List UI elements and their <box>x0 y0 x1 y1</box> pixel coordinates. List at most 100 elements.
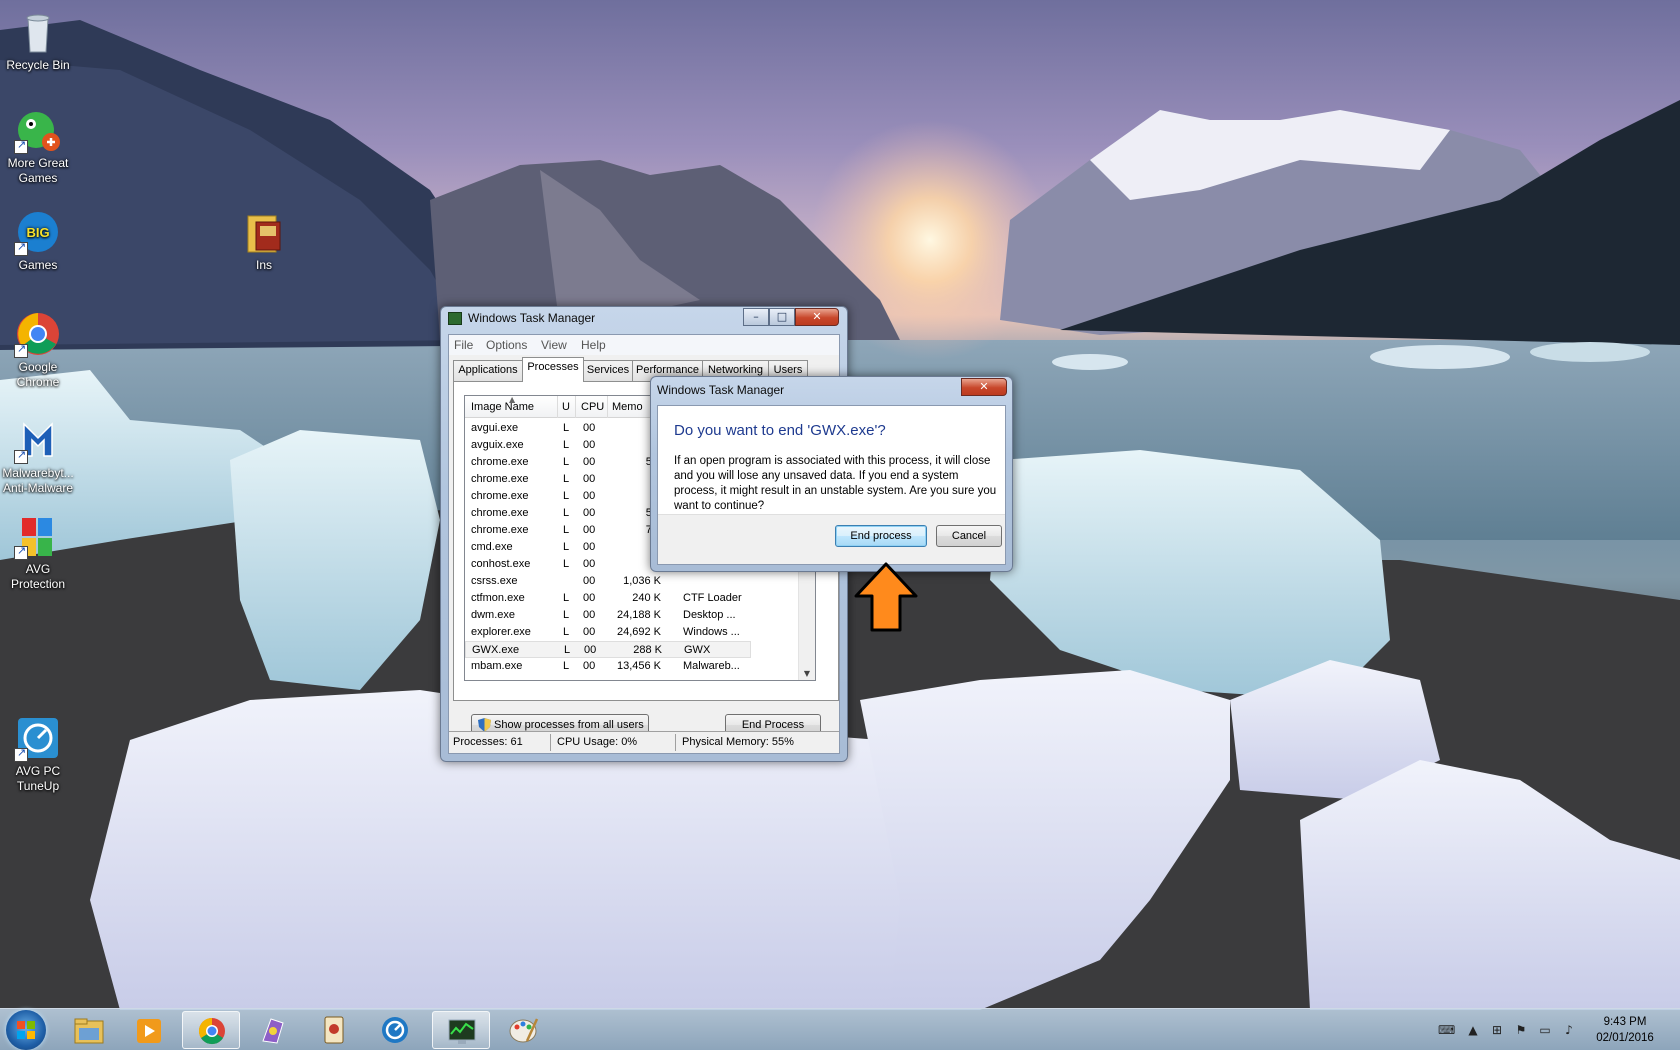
menu-options[interactable]: Options <box>486 338 527 352</box>
taskbar-avg-tuneup[interactable] <box>366 1011 424 1049</box>
malwarebytes-icon <box>14 416 62 464</box>
process-name-cell: cmd.exe <box>471 541 513 553</box>
close-button[interactable]: ✕ <box>795 308 839 326</box>
desktop-icon-label: Google Chrome <box>16 360 60 389</box>
taskbar-game[interactable] <box>244 1011 302 1049</box>
desktop-icon-label: More Great Games <box>7 156 69 185</box>
taskbar: ⌨ ▲ ⊞ ⚑ ▭ ♪ 9:43 PM 02/01/2016 <box>0 1008 1680 1050</box>
clock-date[interactable]: 02/01/2016 <box>1582 1032 1668 1044</box>
process-cpu-cell: 00 <box>583 456 596 468</box>
dialog-title: Windows Task Manager <box>657 383 785 397</box>
taskbar-paint[interactable] <box>494 1011 552 1049</box>
process-cpu-cell: 00 <box>584 644 597 656</box>
orange-up-arrow-icon <box>854 562 918 632</box>
clock-time[interactable]: 9:43 PM <box>1582 1016 1668 1028</box>
desktop-icon-label: Games <box>18 258 58 272</box>
volume-icon[interactable]: ♪ <box>1562 1023 1576 1037</box>
taskbar-chrome[interactable] <box>182 1011 240 1049</box>
process-memory-cell: 288 K <box>633 644 662 656</box>
maximize-button[interactable]: □ <box>769 308 795 326</box>
table-row[interactable]: dwm.exe L 00 24,188 K Desktop ... <box>465 607 751 624</box>
process-user-cell: L <box>563 626 570 638</box>
table-row[interactable]: ctfmon.exe L 00 240 K CTF Loader <box>465 590 751 607</box>
table-row[interactable]: explorer.exe L 00 24,692 K Windows ... <box>465 624 751 641</box>
process-description-cell: Windows ... <box>683 626 740 638</box>
menu-view[interactable]: View <box>541 338 567 352</box>
tab-processes[interactable]: Processes <box>522 357 584 382</box>
desktop-icon-google-chrome[interactable]: Google Chrome <box>0 310 76 390</box>
chrome-icon <box>14 310 62 358</box>
desktop-icon-recycle-bin[interactable]: Recycle Bin <box>0 8 76 73</box>
process-cpu-cell: 00 <box>583 473 596 485</box>
cancel-button[interactable]: Cancel <box>936 525 1002 547</box>
process-user-cell: L <box>563 609 570 621</box>
process-name-cell: dwm.exe <box>471 609 516 621</box>
folder-icon <box>240 208 288 256</box>
process-memory-cell: 240 K <box>632 592 661 604</box>
taskbar-solitaire[interactable] <box>304 1011 362 1049</box>
games-frog-icon <box>14 106 62 154</box>
process-user-cell: L <box>564 644 571 656</box>
end-process-dialog[interactable]: Windows Task Manager ✕ Do you want to en… <box>650 376 1013 572</box>
table-row[interactable]: GWX.exe L 00 288 K GWX <box>465 641 751 658</box>
file-explorer-icon <box>74 1018 104 1044</box>
action-center-flag-icon[interactable]: ⚑ <box>1514 1023 1528 1037</box>
tab-services[interactable]: Services <box>583 360 633 381</box>
process-cpu-cell: 00 <box>583 609 596 621</box>
process-name-cell: conhost.exe <box>471 558 531 570</box>
task-manager-titlebar[interactable]: Windows Task Manager – □ ✕ <box>441 307 847 331</box>
desktop-icon-games[interactable]: BIG Games <box>0 208 76 273</box>
process-name-cell: chrome.exe <box>471 507 529 519</box>
column-memory[interactable]: Memo <box>612 401 643 413</box>
tab-applications[interactable]: Applications <box>453 360 523 381</box>
process-cpu-cell: 00 <box>583 575 596 587</box>
process-description-cell: GWX <box>684 644 711 656</box>
confirm-end-process-button[interactable]: End process <box>835 525 927 547</box>
process-name-cell: chrome.exe <box>471 456 529 468</box>
process-description-cell: Malwareb... <box>683 660 740 672</box>
menu-bar: File Options View Help <box>449 335 839 355</box>
process-user-cell: L <box>563 592 570 604</box>
windows-update-icon[interactable]: ⊞ <box>1490 1023 1504 1037</box>
network-icon[interactable]: ▭ <box>1538 1023 1552 1037</box>
desktop-icon-avg-protection[interactable]: AVG Protection <box>0 512 76 592</box>
dialog-titlebar[interactable]: Windows Task Manager ✕ <box>651 377 1012 401</box>
shortcut-arrow-icon <box>14 448 28 464</box>
process-cpu-cell: 00 <box>583 422 596 434</box>
desktop-icon-ins[interactable]: Ins <box>226 208 302 273</box>
windows-logo-icon <box>17 1021 35 1039</box>
column-user[interactable]: U <box>562 401 570 413</box>
dialog-close-button[interactable]: ✕ <box>961 378 1007 396</box>
desktop-icon-malwarebytes[interactable]: Malwarebyt... Anti-Malware <box>0 416 76 496</box>
desktop-icon-label: AVG PC TuneUp <box>15 764 61 793</box>
show-hidden-icons-icon[interactable]: ▲ <box>1466 1023 1480 1037</box>
shortcut-arrow-icon <box>14 746 28 762</box>
avg-tuneup-icon <box>14 714 62 762</box>
menu-file[interactable]: File <box>454 338 473 352</box>
taskbar-file-explorer[interactable] <box>60 1011 118 1049</box>
process-user-cell: L <box>563 439 570 451</box>
shortcut-arrow-icon <box>14 342 28 358</box>
table-row[interactable]: csrss.exe 00 1,036 K <box>465 573 751 590</box>
minimize-button[interactable]: – <box>743 308 769 326</box>
start-button[interactable] <box>6 1010 46 1050</box>
process-name-cell: avguix.exe <box>471 439 524 451</box>
column-image-name[interactable]: Image Name <box>471 401 534 413</box>
table-row[interactable]: mbam.exe L 00 13,456 K Malwareb... <box>465 658 751 675</box>
taskbar-media-player[interactable] <box>120 1011 178 1049</box>
status-cpu: CPU Usage: 0% <box>557 736 638 748</box>
keyboard-icon[interactable]: ⌨ <box>1438 1023 1455 1037</box>
desktop-icon-avg-pc-tuneup[interactable]: AVG PC TuneUp <box>0 714 76 794</box>
column-cpu[interactable]: CPU <box>581 401 604 413</box>
game-icon <box>262 1018 284 1044</box>
solitaire-icon <box>324 1016 344 1044</box>
scroll-down-arrow-icon[interactable]: ▼ <box>799 665 815 680</box>
dialog-footer: End process Cancel <box>658 514 1005 564</box>
process-user-cell: L <box>563 541 570 553</box>
desktop-icon-more-great-games[interactable]: More Great Games <box>0 106 76 186</box>
process-cpu-cell: 00 <box>583 541 596 553</box>
taskbar-task-manager[interactable] <box>432 1011 490 1049</box>
process-name-cell: chrome.exe <box>471 524 529 536</box>
process-memory-cell: 13,456 K <box>616 660 661 672</box>
menu-help[interactable]: Help <box>581 338 606 352</box>
